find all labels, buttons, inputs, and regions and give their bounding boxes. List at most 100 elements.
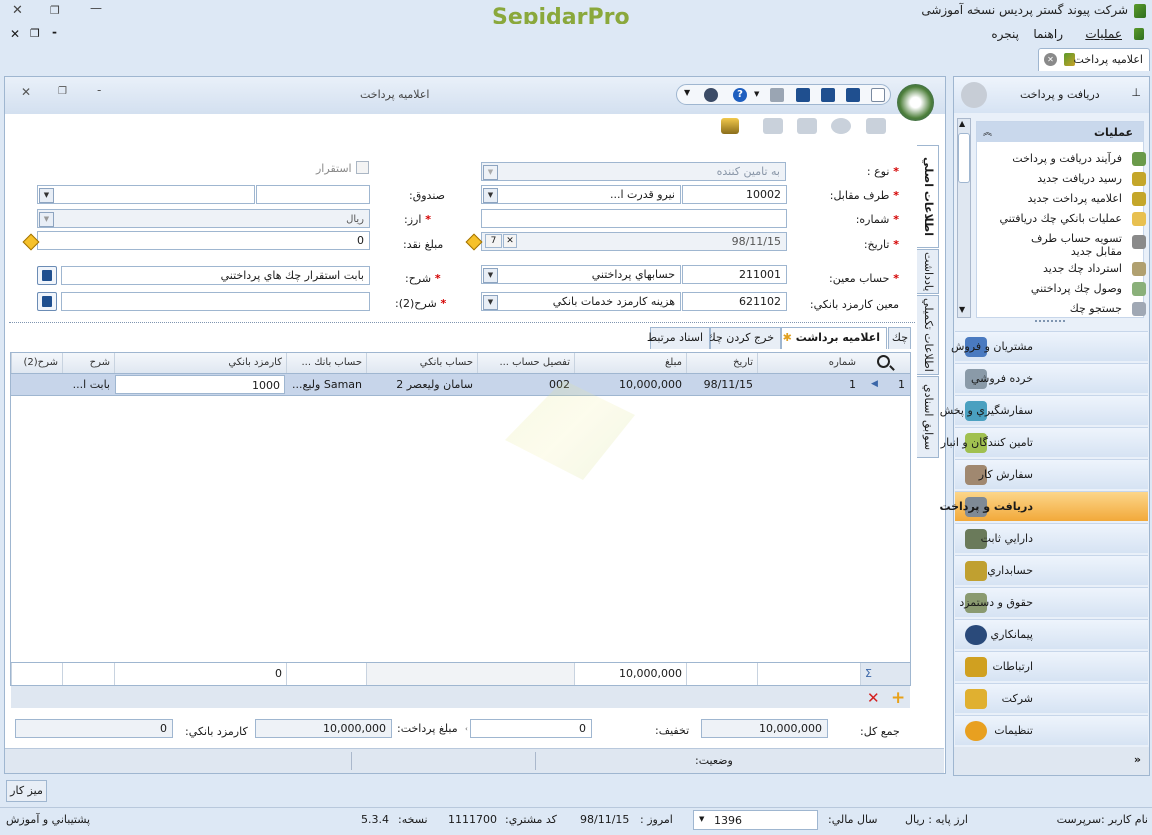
window-close-icon[interactable]: ✕ xyxy=(21,85,31,99)
menu-operations[interactable]: عملیات xyxy=(1085,27,1122,41)
bank-fee-account-code-input[interactable]: 621102 xyxy=(682,292,787,311)
discount-input[interactable]: 0 xyxy=(470,719,592,738)
desc-input[interactable]: بابت استقرار چك هاي پرداختني xyxy=(61,266,370,285)
sidebar-splitter[interactable] xyxy=(1035,320,1065,322)
tab-withdrawal-notice[interactable]: اعلامیه برداشت ✱ xyxy=(781,327,887,349)
module-sales[interactable]: مشتریان و فروش xyxy=(951,331,1148,361)
coins-icon[interactable] xyxy=(721,118,739,134)
scroll-thumb[interactable] xyxy=(958,133,970,183)
calendar-icon[interactable]: 7 xyxy=(485,234,502,248)
tab-related-docs[interactable]: اسناد مرتبط xyxy=(647,327,710,349)
splitter[interactable] xyxy=(9,322,915,325)
cashbox-name-input[interactable] xyxy=(256,185,370,204)
grid-header-bank-account[interactable]: حساب بانکي xyxy=(366,353,477,373)
cashbox-select[interactable] xyxy=(37,185,255,204)
save-icon[interactable] xyxy=(796,88,810,102)
close-app-icon[interactable]: ✕ xyxy=(12,3,23,18)
bank-fee-account-name-input[interactable]: هزینه کارمزد خدمات بانکي xyxy=(481,292,681,311)
print-icon[interactable] xyxy=(770,88,784,102)
cell-date[interactable]: 98/11/15 xyxy=(686,374,757,395)
type-field[interactable]: به تامین کننده xyxy=(481,162,786,181)
scroll-up-icon[interactable]: ▲ xyxy=(959,119,965,128)
settle-checkbox[interactable] xyxy=(356,161,369,174)
module-receipt-payment[interactable]: دریافت و پرداخت xyxy=(939,491,1148,521)
tab-check[interactable]: چك xyxy=(888,327,911,349)
module-payroll[interactable]: حقوق و دستمزد xyxy=(955,587,1148,617)
module-work-order[interactable]: سفارش کار xyxy=(955,459,1148,489)
tab-spend-check[interactable]: خرج کردن چك xyxy=(707,327,781,349)
pin-icon[interactable]: ⊥ xyxy=(1131,86,1141,99)
module-communications[interactable]: ارتباطات xyxy=(955,651,1148,681)
module-fixed-assets[interactable]: دارایي ثابت xyxy=(955,523,1148,553)
op-process[interactable]: فرآیند دریافت و پرداخت xyxy=(1012,152,1122,165)
side-tab-extra-info[interactable]: اطلاعات تکمیلي xyxy=(917,295,939,375)
window-restore-icon[interactable]: ❐ xyxy=(58,86,67,97)
cell-desc2[interactable] xyxy=(11,374,62,395)
help-icon[interactable]: ? xyxy=(733,88,747,102)
restore-app-icon[interactable]: ❐ xyxy=(50,4,60,17)
grid-header-number[interactable]: شماره xyxy=(757,353,860,373)
window-minimize-icon[interactable]: - xyxy=(97,83,101,97)
tools-icon[interactable] xyxy=(704,88,718,102)
cell-number[interactable]: 1 xyxy=(757,374,860,395)
mdi-close-icon[interactable]: ✕ xyxy=(10,27,20,41)
fiscal-year-select[interactable]: ▼ 1396 xyxy=(693,810,818,830)
main-account-name-input[interactable]: حسابهاي پرداختني xyxy=(481,265,681,284)
close-tab-icon[interactable]: ✕ xyxy=(1044,53,1057,66)
module-contracting[interactable]: پیمانکاري xyxy=(955,619,1148,649)
date-input[interactable]: 98/11/15 xyxy=(481,232,787,251)
module-retail[interactable]: خرده فروشي xyxy=(955,363,1148,393)
grid-header-desc2[interactable]: شرح(2) xyxy=(11,353,62,373)
counterparty-dropdown-icon[interactable]: ▼ xyxy=(483,188,498,203)
type-dropdown-icon[interactable]: ▼ xyxy=(483,165,498,180)
save-as-icon[interactable] xyxy=(821,88,835,102)
op-search-check[interactable]: جستجو چك xyxy=(1070,302,1122,315)
new-doc-icon[interactable] xyxy=(871,88,885,102)
cash-amount-input[interactable]: 0 xyxy=(37,231,370,250)
desc2-input[interactable] xyxy=(61,292,370,311)
grid-header-detail[interactable]: تفصیل حساب ... xyxy=(477,353,574,373)
doc-tab[interactable]: ✕ اعلامیه پرداخت xyxy=(1038,48,1150,71)
op-settle-account[interactable]: تسویه حساب طرف مقابل جدید xyxy=(1022,232,1122,258)
counterparty-code-input[interactable]: 10002 xyxy=(682,185,787,204)
grid-header-desc[interactable]: شرح xyxy=(62,353,114,373)
cashbox-dropdown-icon[interactable]: ▼ xyxy=(39,188,54,203)
side-tab-main-info[interactable]: اطلاعات اصلي xyxy=(917,145,939,248)
cell-fee[interactable]: 1000 xyxy=(115,375,285,394)
number-input[interactable] xyxy=(481,209,787,228)
scroll-down-icon[interactable]: ▼ xyxy=(959,305,965,314)
grid-header-bank-account2[interactable]: حساب بانك ... xyxy=(286,353,366,373)
mdi-restore-icon[interactable]: ❐ xyxy=(30,27,40,40)
op-new-payment[interactable]: اعلامیه پرداخت جدید xyxy=(1028,192,1122,205)
op-collect-check[interactable]: وصول چك پرداختني xyxy=(1031,282,1122,295)
fiscal-year-dropdown-icon[interactable]: ▼ xyxy=(699,815,704,823)
table-row[interactable]: ◀ 1 1 98/11/15 10,000,000 002 سامان ولیع… xyxy=(11,374,910,396)
module-company[interactable]: شرکت xyxy=(955,683,1148,713)
collapse-icon[interactable]: ︽ xyxy=(983,125,992,138)
menu-help[interactable]: راهنما xyxy=(1033,27,1063,41)
cell-bank-account2[interactable]: Saman ولیع... xyxy=(286,374,366,395)
side-tab-docs[interactable]: سوابق اسنادي xyxy=(917,376,939,458)
back-icon[interactable] xyxy=(763,118,783,134)
delete-doc-icon[interactable] xyxy=(831,118,851,134)
cell-amount[interactable]: 10,000,000 xyxy=(574,374,686,395)
forward-icon[interactable] xyxy=(797,118,817,134)
cell-desc[interactable]: بابت ا... xyxy=(62,374,114,395)
module-inventory[interactable]: تامین کنندگان و انبار xyxy=(941,427,1148,457)
menu-window[interactable]: پنجره xyxy=(991,27,1019,41)
desc-save-icon[interactable] xyxy=(37,266,57,285)
save-close-icon[interactable] xyxy=(846,88,860,102)
delete-row-icon[interactable]: ✕ xyxy=(867,689,880,707)
counterparty-name-input[interactable]: نیرو قدرت ا... xyxy=(481,185,681,204)
bank-fee-dropdown-icon[interactable]: ▼ xyxy=(483,295,498,310)
currency-dropdown-icon[interactable]: ▼ xyxy=(39,212,54,227)
new-record-icon[interactable] xyxy=(866,118,886,134)
toolbar-dropdown-icon[interactable]: ▼ xyxy=(684,88,690,97)
main-account-code-input[interactable]: 211001 xyxy=(682,265,787,284)
add-row-icon[interactable]: + xyxy=(891,688,905,708)
desc2-save-icon[interactable] xyxy=(37,292,57,311)
grid-header-amount[interactable]: مبلغ xyxy=(574,353,686,373)
mdi-minimize-icon[interactable]: - xyxy=(52,25,57,39)
module-accounting[interactable]: حسابداري xyxy=(955,555,1148,585)
grid-header-fee[interactable]: کارمزد بانکي xyxy=(114,353,286,373)
